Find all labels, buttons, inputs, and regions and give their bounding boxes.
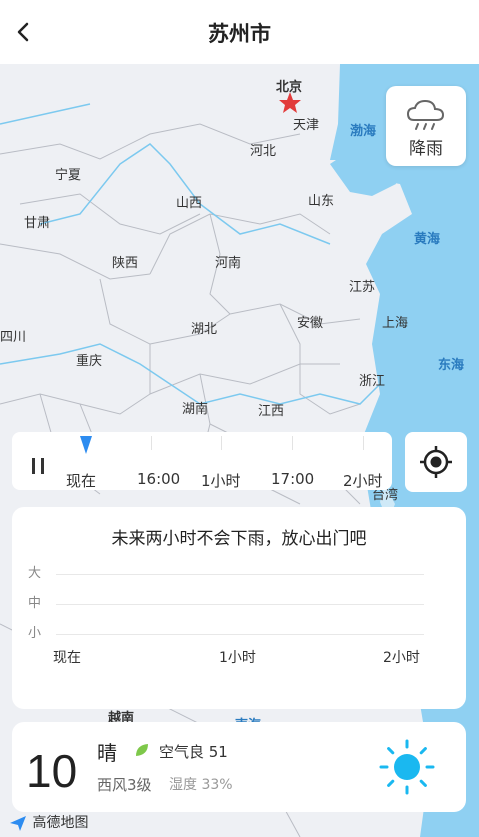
map-provider-logo: 高德地图: [8, 812, 88, 832]
map-label-beijing: 北京: [276, 80, 303, 95]
map-label-shandong: 山东: [308, 194, 335, 209]
map-label-henan: 河南: [215, 256, 242, 271]
x-axis-label: 1小时: [219, 650, 256, 666]
precip-forecast-card: 未来两小时不会下雨，放心出门吧 大 中 小 现在 1小时 2小时: [12, 507, 466, 709]
timeline-track[interactable]: [66, 436, 390, 454]
gridline: [56, 604, 424, 605]
timeline-label: 17:00: [271, 470, 315, 488]
locate-button[interactable]: [405, 432, 467, 492]
map-label-zhejiang: 浙江: [359, 374, 386, 389]
current-weather-card[interactable]: 10 晴 空气良 51 西风3级 湿度 33%: [12, 722, 466, 812]
temperature-value: 10: [26, 745, 78, 797]
capital-star-icon: [279, 92, 301, 113]
map-label-shanghai: 上海: [382, 316, 409, 331]
timeline-label: 1小时: [201, 472, 241, 490]
map-provider-name: 高德地图: [32, 815, 89, 831]
map-label-chongqing: 重庆: [76, 354, 103, 369]
forecast-message: 未来两小时不会下雨，放心出门吧: [111, 529, 367, 549]
cloud-rain-icon: [406, 99, 445, 130]
pause-icon: [32, 458, 35, 474]
pause-button[interactable]: [32, 458, 46, 474]
level-label-medium: 中: [28, 596, 42, 611]
level-label-heavy: 大: [28, 566, 42, 581]
playback-timeline[interactable]: 现在 16:00 1小时 17:00 2小时: [12, 432, 392, 490]
x-axis-label: 现在: [53, 650, 81, 666]
crosshair-icon: [420, 446, 452, 478]
header-bar: 苏州市: [0, 0, 479, 64]
map-label-sichuan: 四川: [0, 330, 27, 345]
level-label-light: 小: [28, 626, 42, 641]
map-label-jiangxi: 江西: [258, 404, 285, 419]
map-label-hebei: 河北: [250, 144, 277, 159]
map-label-tianjin: 天津: [293, 118, 320, 133]
leaf-icon: [136, 744, 148, 756]
humidity-text: 湿度 33%: [169, 777, 233, 793]
map-label-shaanxi: 陕西: [112, 256, 139, 271]
weather-condition: 晴: [97, 741, 117, 765]
rain-layer-label: 降雨: [409, 139, 443, 159]
gridline: [56, 574, 424, 575]
timeline-handle[interactable]: [80, 436, 92, 454]
map-label-bohai: 渤海: [350, 124, 377, 139]
navigation-arrow-icon: [10, 816, 26, 831]
map-label-shanxi: 山西: [176, 196, 203, 211]
timeline-label: 现在: [66, 472, 97, 490]
map-label-anhui: 安徽: [297, 316, 324, 331]
sun-icon: [379, 739, 435, 795]
timeline-label: 16:00: [137, 470, 181, 488]
x-axis-label: 2小时: [383, 650, 420, 666]
page-title: 苏州市: [208, 22, 271, 46]
map-label-ningxia: 宁夏: [55, 168, 82, 183]
map-label-donghai: 东海: [438, 358, 465, 373]
map-label-hunan: 湖南: [182, 402, 209, 417]
map-label-gansu: 甘肃: [24, 216, 51, 231]
wind-text: 西风3级: [97, 776, 152, 794]
map-label-hubei: 湖北: [191, 322, 218, 337]
rain-layer-button[interactable]: 降雨: [386, 86, 466, 166]
map-label-jiangsu: 江苏: [349, 280, 376, 295]
map-label-huanghai: 黄海: [414, 232, 441, 247]
timeline-label: 2小时: [343, 472, 383, 490]
air-quality-text: 空气良 51: [159, 743, 228, 761]
gridline: [56, 634, 424, 635]
